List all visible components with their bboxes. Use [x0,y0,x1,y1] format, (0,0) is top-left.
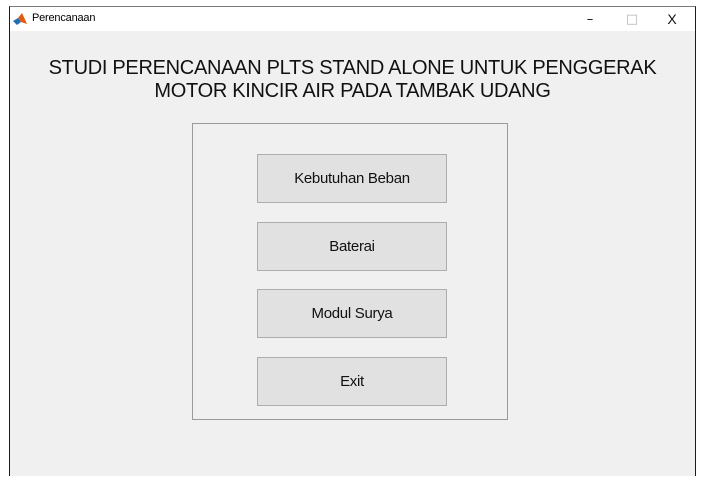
page-title-line-2: MOTOR KINCIR AIR PADA TAMBAK UDANG [154,80,551,102]
menu-panel: Kebutuhan Beban Baterai Modul Surya Exit [192,123,508,420]
close-button[interactable]: X [652,7,692,31]
window-title: Perencanaan [32,12,96,24]
matlab-icon [13,12,27,26]
kebutuhan-beban-button[interactable]: Kebutuhan Beban [257,154,447,203]
exit-button[interactable]: Exit [257,357,447,406]
title-bar[interactable]: Perencanaan – □ X [10,7,695,31]
page-title: STUDI PERENCANAAN PLTS STAND ALONE UNTUK… [10,57,695,103]
app-window: Perencanaan – □ X STUDI PERENCANAAN PLTS… [9,6,696,476]
page-title-line-1: STUDI PERENCANAAN PLTS STAND ALONE UNTUK… [48,57,657,79]
close-icon: X [667,11,677,27]
modul-surya-button[interactable]: Modul Surya [257,289,447,338]
maximize-button[interactable]: □ [612,7,652,31]
baterai-button[interactable]: Baterai [257,222,447,271]
maximize-icon: □ [625,11,639,27]
minimize-icon: – [586,11,594,27]
minimize-button[interactable]: – [570,7,610,31]
figure-content: STUDI PERENCANAAN PLTS STAND ALONE UNTUK… [10,31,695,477]
